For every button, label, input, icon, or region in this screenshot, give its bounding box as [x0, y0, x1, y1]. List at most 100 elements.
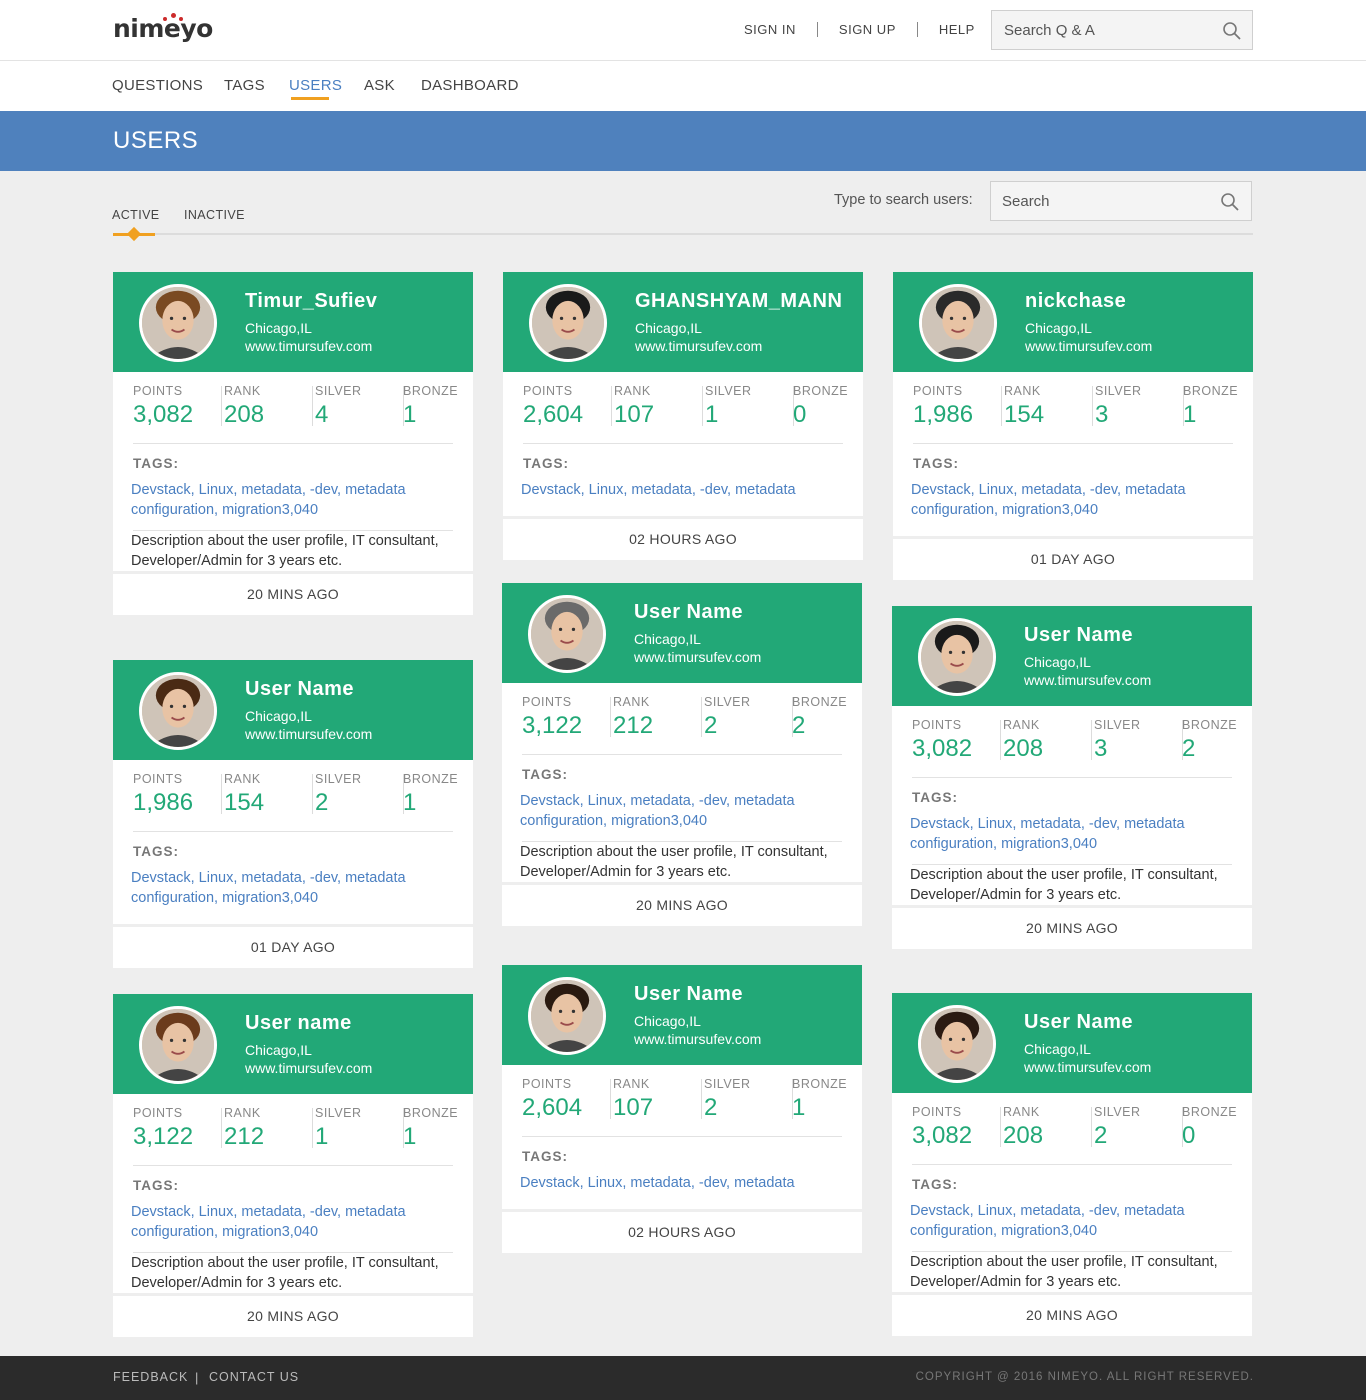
stat-rank: RANK 208 — [1003, 706, 1092, 764]
divider — [312, 386, 313, 426]
user-name[interactable]: GHANSHYAM_MANN — [635, 290, 842, 313]
stat-value: 1 — [705, 401, 719, 428]
user-name[interactable]: nickchase — [1025, 290, 1126, 313]
sign-up-link[interactable]: SIGN UP — [839, 22, 896, 37]
stat-bronze: BRONZE 1 — [403, 372, 492, 430]
stat-label: SILVER — [1094, 718, 1141, 732]
avatar[interactable] — [528, 595, 606, 673]
nav-users[interactable]: USERS — [289, 77, 342, 94]
tags-list[interactable]: Devstack, Linux, metadata, -dev, metadat… — [520, 791, 842, 831]
stat-points: POINTS 1,986 — [913, 372, 1002, 430]
user-photo-icon — [921, 1008, 993, 1080]
tags-label: TAGS: — [522, 767, 568, 782]
user-card-header: User Name Chicago,IL www.timursufev.com — [892, 606, 1252, 706]
feedback-link[interactable]: FEEDBACK — [113, 1370, 188, 1384]
avatar[interactable] — [919, 284, 997, 362]
search-icon[interactable] — [1222, 21, 1242, 41]
stat-value: 2 — [704, 1094, 718, 1121]
tags-list[interactable]: Devstack, Linux, metadata, -dev, metadat… — [520, 1173, 842, 1193]
stat-points: POINTS 3,122 — [133, 1094, 222, 1152]
tags-list[interactable]: Devstack, Linux, metadata, -dev, metadat… — [910, 814, 1232, 854]
help-link[interactable]: HELP — [939, 22, 975, 37]
stat-label: SILVER — [705, 384, 752, 398]
stat-value: 1 — [403, 401, 417, 428]
user-website[interactable]: www.timursufev.com — [635, 338, 762, 354]
stat-bronze: BRONZE 0 — [1182, 1093, 1271, 1151]
user-name[interactable]: User Name — [634, 983, 743, 1006]
user-location: Chicago,IL — [245, 1042, 312, 1058]
tags-list[interactable]: Devstack, Linux, metadata, -dev, metadat… — [911, 480, 1233, 520]
tags-list[interactable]: Devstack, Linux, metadata, -dev, metadat… — [910, 1201, 1232, 1241]
nav-tags[interactable]: TAGS — [224, 77, 265, 94]
tags-list[interactable]: Devstack, Linux, metadata, -dev, metadat… — [131, 480, 453, 520]
stat-label: BRONZE — [1183, 384, 1239, 398]
user-photo-icon — [142, 675, 214, 747]
stat-silver: SILVER 1 — [705, 372, 794, 430]
user-name[interactable]: User name — [245, 1012, 352, 1035]
nimeyo-logo[interactable]: nimeyo — [113, 13, 213, 43]
user-name[interactable]: User Name — [1024, 1011, 1133, 1034]
tags-label: TAGS: — [133, 844, 179, 859]
tags-list[interactable]: Devstack, Linux, metadata, -dev, metadat… — [521, 480, 843, 500]
stat-label: POINTS — [912, 1105, 962, 1119]
stat-points: POINTS 1,986 — [133, 760, 222, 818]
stat-label: POINTS — [912, 718, 962, 732]
stat-value: 1,986 — [913, 401, 974, 428]
user-card: User Name Chicago,IL www.timursufev.com … — [892, 993, 1252, 1336]
user-search-input[interactable] — [991, 182, 1211, 220]
user-website[interactable]: www.timursufev.com — [634, 649, 761, 665]
sign-in-link[interactable]: SIGN IN — [744, 22, 796, 37]
user-website[interactable]: www.timursufev.com — [1024, 672, 1151, 688]
user-website[interactable]: www.timursufev.com — [1024, 1059, 1151, 1075]
user-card-header: nickchase Chicago,IL www.timursufev.com — [893, 272, 1253, 372]
user-website[interactable]: www.timursufev.com — [245, 338, 372, 354]
qa-search-input[interactable] — [992, 11, 1212, 49]
user-photo-icon — [531, 980, 603, 1052]
stat-value: 3 — [1095, 401, 1109, 428]
stat-label: SILVER — [1095, 384, 1142, 398]
user-website[interactable]: www.timursufev.com — [634, 1031, 761, 1047]
stat-label: RANK — [1003, 718, 1040, 732]
user-name[interactable]: Timur_Sufiev — [245, 290, 377, 313]
avatar[interactable] — [139, 284, 217, 362]
nav-questions[interactable]: QUESTIONS — [112, 77, 203, 94]
avatar[interactable] — [918, 1005, 996, 1083]
user-card: nickchase Chicago,IL www.timursufev.com … — [893, 272, 1253, 580]
nav-ask[interactable]: ASK — [364, 77, 395, 94]
nav-dashboard[interactable]: DASHBOARD — [421, 77, 519, 94]
stat-label: SILVER — [315, 1106, 362, 1120]
contact-us-link[interactable]: CONTACT US — [209, 1370, 299, 1384]
stat-rank: RANK 107 — [614, 372, 703, 430]
stat-label: BRONZE — [403, 1106, 459, 1120]
tags-label: TAGS: — [133, 456, 179, 471]
user-name[interactable]: User Name — [634, 601, 743, 624]
user-search-box — [990, 181, 1252, 221]
avatar[interactable] — [528, 977, 606, 1055]
stat-value: 3,122 — [522, 712, 583, 739]
user-website[interactable]: www.timursufev.com — [245, 726, 372, 742]
tab-inactive[interactable]: INACTIVE — [184, 208, 245, 222]
avatar[interactable] — [918, 618, 996, 696]
qa-search-box — [991, 10, 1253, 50]
stat-silver: SILVER 4 — [315, 372, 404, 430]
tab-active[interactable]: ACTIVE — [112, 208, 160, 222]
divider — [611, 386, 612, 426]
user-name[interactable]: User Name — [245, 678, 354, 701]
user-website[interactable]: www.timursufev.com — [245, 1060, 372, 1076]
stat-value: 1 — [792, 1094, 806, 1121]
page-footer: FEEDBACK | CONTACT US COPYRIGHT @ 2016 N… — [0, 1356, 1366, 1400]
avatar[interactable] — [139, 672, 217, 750]
user-website[interactable]: www.timursufev.com — [1025, 338, 1152, 354]
tags-list[interactable]: Devstack, Linux, metadata, -dev, metadat… — [131, 1202, 453, 1242]
stat-rank: RANK 212 — [224, 1094, 313, 1152]
divider — [1091, 720, 1092, 760]
stat-label: RANK — [1004, 384, 1041, 398]
avatar[interactable] — [139, 1006, 217, 1084]
user-name[interactable]: User Name — [1024, 624, 1133, 647]
user-photo-icon — [532, 287, 604, 359]
stat-label: POINTS — [913, 384, 963, 398]
stat-silver: SILVER 2 — [704, 1065, 793, 1123]
tags-list[interactable]: Devstack, Linux, metadata, -dev, metadat… — [131, 868, 453, 908]
avatar[interactable] — [529, 284, 607, 362]
search-icon[interactable] — [1220, 192, 1240, 212]
